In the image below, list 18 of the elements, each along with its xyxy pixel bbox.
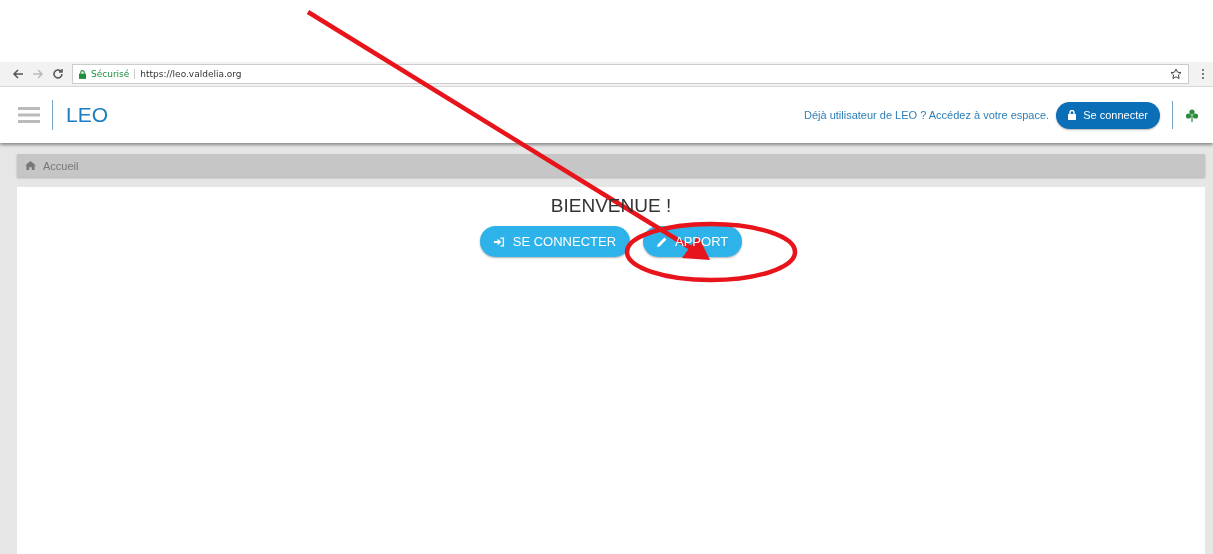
home-icon bbox=[25, 161, 36, 170]
address-bar[interactable]: Sécurisé https://leo.valdelia.org bbox=[72, 64, 1189, 84]
back-icon[interactable] bbox=[12, 68, 24, 80]
lock-icon bbox=[79, 69, 86, 79]
security-label: Sécurisé bbox=[91, 69, 136, 79]
url-text: https://leo.valdelia.org bbox=[140, 69, 242, 79]
login-button[interactable]: SE CONNECTER bbox=[479, 226, 631, 257]
lock-icon bbox=[1068, 110, 1077, 120]
reload-icon[interactable] bbox=[52, 68, 64, 80]
sign-in-icon bbox=[493, 236, 505, 247]
login-button[interactable]: Se connecter bbox=[1056, 101, 1160, 129]
breadcrumb-item[interactable]: Accueil bbox=[43, 159, 79, 172]
star-icon[interactable] bbox=[1170, 68, 1182, 80]
login-prompt: Déjà utilisateur de LEO ? Accédez à votre espace. bbox=[803, 109, 1050, 121]
logo[interactable]: LEO bbox=[66, 103, 109, 127]
menu-dots-icon[interactable] bbox=[1201, 68, 1205, 80]
pencil-icon bbox=[657, 236, 668, 247]
leaf-icon bbox=[1185, 108, 1199, 122]
